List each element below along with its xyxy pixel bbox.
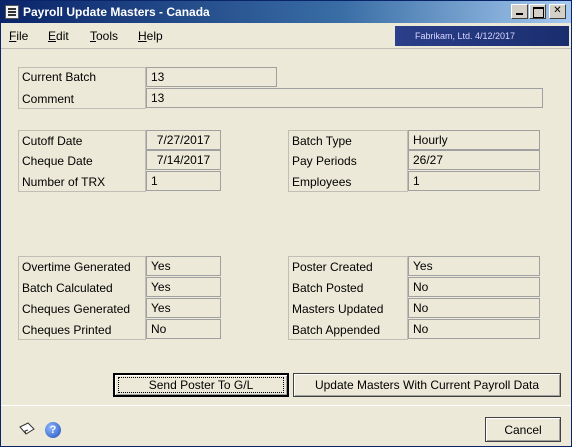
batch-type-label: Batch Type xyxy=(292,134,352,148)
poster-created-label: Poster Created xyxy=(292,260,373,274)
app-icon xyxy=(5,5,19,19)
overtime-generated-label: Overtime Generated xyxy=(22,260,131,274)
menu-help[interactable]: Help xyxy=(138,29,163,43)
minimize-button[interactable] xyxy=(511,4,528,19)
batch-posted-field: No xyxy=(408,277,540,297)
menu-edit[interactable]: Edit xyxy=(48,29,69,43)
cheque-date-field: 7/14/2017 xyxy=(146,150,221,170)
current-batch-label: Current Batch xyxy=(22,70,97,84)
title-bar[interactable]: Payroll Update Masters - Canada ✕ xyxy=(1,1,571,23)
payroll-update-masters-window: Payroll Update Masters - Canada ✕ File E… xyxy=(0,0,572,447)
poster-created-field: Yes xyxy=(408,256,540,276)
cutoff-date-field: 7/27/2017 xyxy=(146,130,221,150)
send-poster-to-gl-button[interactable]: Send Poster To G/L xyxy=(113,373,289,397)
batch-calculated-field: Yes xyxy=(146,277,221,297)
menu-file[interactable]: File xyxy=(9,29,28,43)
number-trx-label: Number of TRX xyxy=(22,175,106,189)
cancel-button[interactable]: Cancel xyxy=(485,417,561,442)
overtime-generated-field: Yes xyxy=(146,256,221,276)
window-title: Payroll Update Masters - Canada xyxy=(23,5,210,19)
close-button[interactable]: ✕ xyxy=(549,4,566,19)
pay-periods-field: 26/27 xyxy=(408,150,540,170)
comment-field: 13 xyxy=(146,88,543,108)
masters-updated-field: No xyxy=(408,298,540,318)
maximize-button[interactable] xyxy=(529,4,546,19)
number-trx-field: 1 xyxy=(146,171,221,191)
menu-tools[interactable]: Tools xyxy=(90,29,118,43)
comment-label: Comment xyxy=(22,92,75,106)
batch-calculated-label: Batch Calculated xyxy=(22,281,113,295)
cheques-printed-field: No xyxy=(146,319,221,339)
masters-updated-label: Masters Updated xyxy=(292,302,384,316)
cheque-date-label: Cheque Date xyxy=(22,154,93,168)
batch-type-field: Hourly xyxy=(408,130,540,150)
update-masters-button[interactable]: Update Masters With Current Payroll Data xyxy=(293,373,561,397)
focus-rect xyxy=(118,377,284,393)
batch-appended-field: No xyxy=(408,319,540,339)
employees-field: 1 xyxy=(408,171,540,191)
company-banner: Fabrikam, Ltd. 4/12/2017 xyxy=(395,26,569,46)
help-icon[interactable]: ? xyxy=(45,422,61,438)
footer-divider xyxy=(1,405,571,406)
current-batch-field: 13 xyxy=(146,67,277,87)
menu-bar: File Edit Tools Help Fabrikam, Ltd. 4/12… xyxy=(1,23,571,49)
cutoff-date-label: Cutoff Date xyxy=(22,134,83,148)
cheques-generated-label: Cheques Generated xyxy=(22,302,131,316)
batch-posted-label: Batch Posted xyxy=(292,281,364,295)
cheques-generated-field: Yes xyxy=(146,298,221,318)
batch-appended-label: Batch Appended xyxy=(292,323,381,337)
pay-periods-label: Pay Periods xyxy=(292,154,357,168)
employees-label: Employees xyxy=(292,175,352,189)
cheques-printed-label: Cheques Printed xyxy=(22,323,112,337)
note-icon[interactable] xyxy=(19,422,35,436)
